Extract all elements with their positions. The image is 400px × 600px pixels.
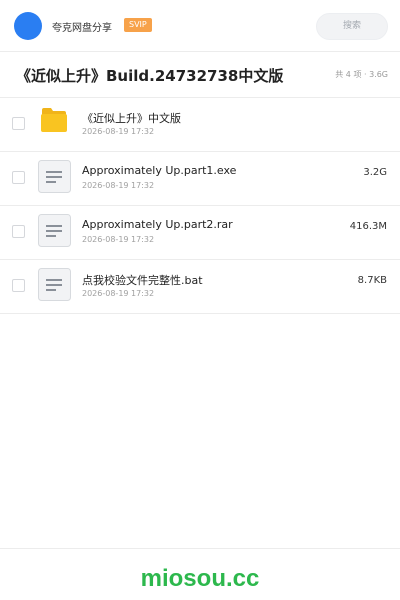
select-checkbox[interactable]: [12, 225, 25, 238]
file-size: 8.7KB: [357, 275, 387, 286]
page-title: 《近似上升》Build.24732738中文版: [16, 67, 284, 85]
file-date: 2026-08-19 17:32: [82, 289, 155, 298]
footer: miosou.cc: [0, 548, 400, 600]
list-item[interactable]: Approximately Up.part2.rar 2026-08-19 17…: [0, 206, 400, 260]
search-input[interactable]: 搜索: [316, 13, 388, 40]
select-checkbox[interactable]: [12, 279, 25, 292]
app-header: 夸克网盘分享 SVIP 搜索: [0, 0, 400, 52]
file-name: Approximately Up.part1.exe: [82, 164, 237, 177]
list-item[interactable]: Approximately Up.part1.exe 2026-08-19 17…: [0, 152, 400, 206]
file-date: 2026-08-19 17:32: [82, 181, 155, 190]
file-name: 点我校验文件完整性.bat: [82, 274, 203, 287]
file-name: Approximately Up.part2.rar: [82, 218, 233, 231]
list-item[interactable]: 《近似上升》中文版 2026-08-19 17:32: [0, 98, 400, 152]
watermark: miosou.cc: [140, 565, 260, 592]
user-name: 夸克网盘分享: [52, 23, 112, 34]
file-name: 《近似上升》中文版: [82, 112, 181, 125]
select-checkbox[interactable]: [12, 171, 25, 184]
svip-badge: SVIP: [124, 18, 152, 32]
file-size: 3.2G: [363, 167, 387, 178]
file-icon: [38, 268, 71, 301]
file-size: 416.3M: [349, 221, 387, 232]
folder-icon: [41, 108, 67, 132]
file-icon: [38, 160, 71, 193]
share-title-row: 《近似上升》Build.24732738中文版 共 4 项 · 3.6G: [0, 52, 400, 98]
file-date: 2026-08-19 17:32: [82, 127, 155, 136]
share-summary: 共 4 项 · 3.6G: [335, 70, 388, 79]
file-icon: [38, 214, 71, 247]
file-date: 2026-08-19 17:32: [82, 235, 155, 244]
select-checkbox[interactable]: [12, 117, 25, 130]
avatar[interactable]: [14, 12, 42, 40]
list-item[interactable]: 点我校验文件完整性.bat 2026-08-19 17:32 8.7KB: [0, 260, 400, 314]
